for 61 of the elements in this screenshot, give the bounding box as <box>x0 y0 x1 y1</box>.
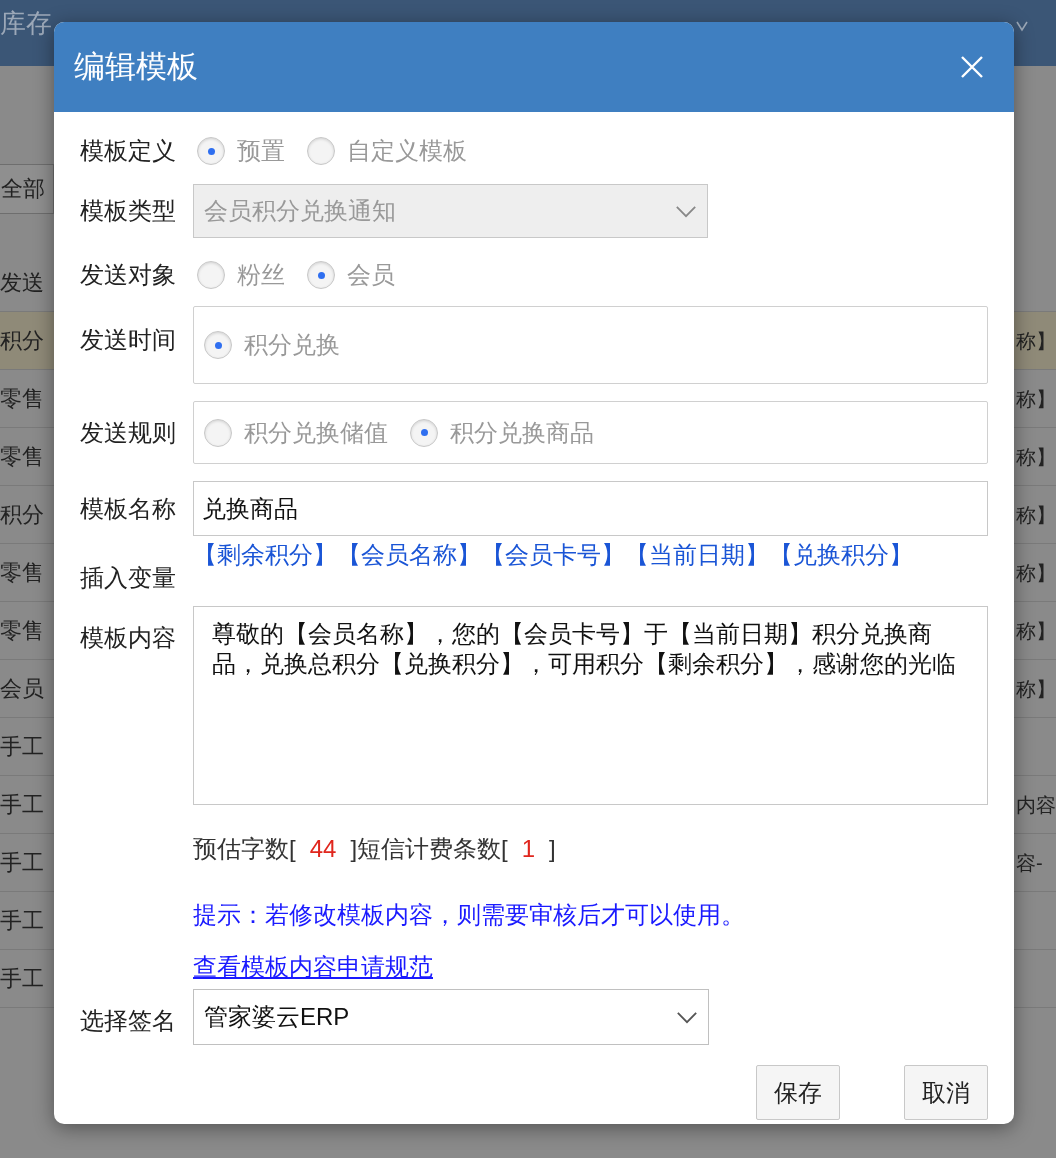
radio-label: 积分兑换商品 <box>450 417 594 448</box>
field-label: 模板类型 <box>80 196 177 226</box>
radio-label: 预置 <box>237 136 285 166</box>
variable-link[interactable]: 【会员名称】 <box>337 538 481 572</box>
radio-label: 粉丝 <box>237 260 285 290</box>
variable-link[interactable]: 【会员卡号】 <box>481 538 625 572</box>
field-label: 发送时间 <box>80 325 177 355</box>
field-label: 插入变量 <box>80 563 177 593</box>
content-text-area[interactable]: 尊敬的【会员名称】，您的【会员卡号】于【当前日期】积分兑换商品，兑换总积分【兑换积分】，可用积分【剩余积分】，感谢您的光临 <box>193 606 988 805</box>
signature-dropdown[interactable]: 管家婆云ERP <box>193 989 709 1045</box>
field-label: 发送规则 <box>80 417 177 448</box>
filter-dropdown[interactable]: 全部 <box>0 164 54 214</box>
field-label: 模板内容 <box>80 623 177 653</box>
table-cell-text: 手工 <box>0 791 44 819</box>
dialog-title: 编辑模板 <box>74 47 198 86</box>
count-label: ]短信计费条数[ <box>350 834 508 864</box>
table-header-cell: 发送 <box>0 270 44 295</box>
name-input-field[interactable]: 兑换商品 <box>193 481 988 536</box>
radio-label: 自定义模板 <box>347 136 467 166</box>
radio-label: 积分兑换储值 <box>244 417 388 448</box>
dialog-button[interactable]: 保存 <box>756 1065 840 1120</box>
table-cell-text: 会员 <box>0 675 44 703</box>
table-cell-text: 称】 <box>1016 329 1056 354</box>
dialog-button[interactable]: 取消 <box>904 1065 988 1120</box>
table-cell-text: 零售 <box>0 559 44 587</box>
variable-link[interactable]: 【剩余积分】 <box>193 538 337 572</box>
table-cell-text: 内容 <box>1016 793 1056 818</box>
table-cell-text: 称】 <box>1016 677 1056 702</box>
variable-link[interactable]: 【兑换积分】 <box>769 538 913 572</box>
table-cell-text: 称】 <box>1016 561 1056 586</box>
table-cell-text: 零售 <box>0 443 44 471</box>
sms-count: 1 <box>520 834 537 864</box>
table-cell-text: 容- <box>1016 851 1043 876</box>
table-cell-text: 称】 <box>1016 387 1056 412</box>
table-cell-text: 称】 <box>1016 503 1056 528</box>
table-cell-text: 称】 <box>1016 619 1056 644</box>
chevron-down-icon <box>1016 20 1028 32</box>
field-label: 发送对象 <box>80 260 177 290</box>
char-count: 44 <box>308 834 338 864</box>
table-cell-text: 称】 <box>1016 445 1056 470</box>
close-icon[interactable] <box>960 55 984 79</box>
table-cell-text: 手工 <box>0 907 44 935</box>
table-cell-text: 积分 <box>0 327 44 355</box>
table-cell-text: 手工 <box>0 733 44 761</box>
radio-label: 积分兑换 <box>244 330 340 360</box>
table-cell-text: 手工 <box>0 965 44 993</box>
chevron-down-icon <box>676 1010 698 1024</box>
field-label: 选择签名 <box>80 1006 177 1036</box>
field-label: 模板定义 <box>80 136 177 166</box>
count-label: 预估字数[ <box>193 834 296 864</box>
table-cell-text: 零售 <box>0 385 44 413</box>
table-cell-text: 积分 <box>0 501 44 529</box>
count-label: ] <box>549 834 556 864</box>
table-cell-text: 手工 <box>0 849 44 877</box>
chevron-down-icon <box>675 204 697 218</box>
variable-link[interactable]: 【当前日期】 <box>625 538 769 572</box>
rules-link[interactable]: 查看模板内容申请规范 <box>193 953 433 980</box>
field-label: 模板名称 <box>80 493 177 524</box>
hint-text: 提示：若修改模板内容，则需要审核后才可以使用。 <box>193 901 745 928</box>
table-cell-text: 零售 <box>0 617 44 645</box>
radio-label: 会员 <box>347 260 395 290</box>
